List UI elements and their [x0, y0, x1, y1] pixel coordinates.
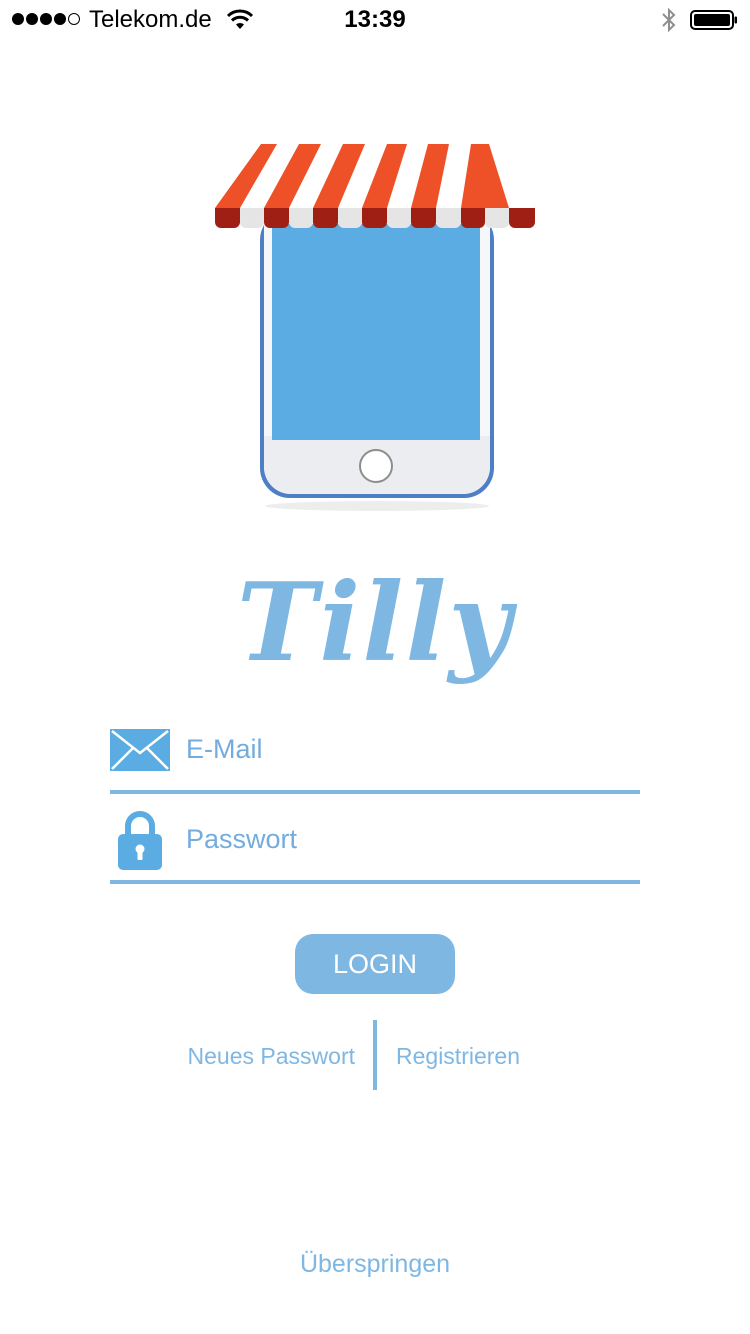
lock-icon — [118, 811, 162, 870]
login-button[interactable]: LOGIN — [295, 934, 455, 994]
bluetooth-icon — [662, 7, 676, 33]
email-input[interactable] — [186, 726, 626, 772]
forgot-password-link[interactable]: Neues Passwort — [110, 1036, 355, 1076]
app-logo-illustration — [215, 144, 535, 511]
status-bar: Telekom.de 13:39 — [0, 0, 750, 40]
links-divider — [373, 1020, 377, 1090]
envelope-icon — [110, 729, 170, 771]
battery-icon — [690, 10, 737, 30]
email-field — [110, 720, 640, 794]
password-input[interactable] — [186, 816, 626, 862]
login-screen: Telekom.de 13:39 Tilly E-Mail LOGIN Neue… — [0, 0, 750, 1334]
register-link[interactable]: Registrieren — [396, 1036, 616, 1076]
password-field — [110, 810, 640, 884]
status-time: 13:39 — [344, 6, 406, 33]
skip-link[interactable]: Überspringen — [0, 1244, 750, 1284]
app-title: Tilly — [236, 560, 514, 686]
